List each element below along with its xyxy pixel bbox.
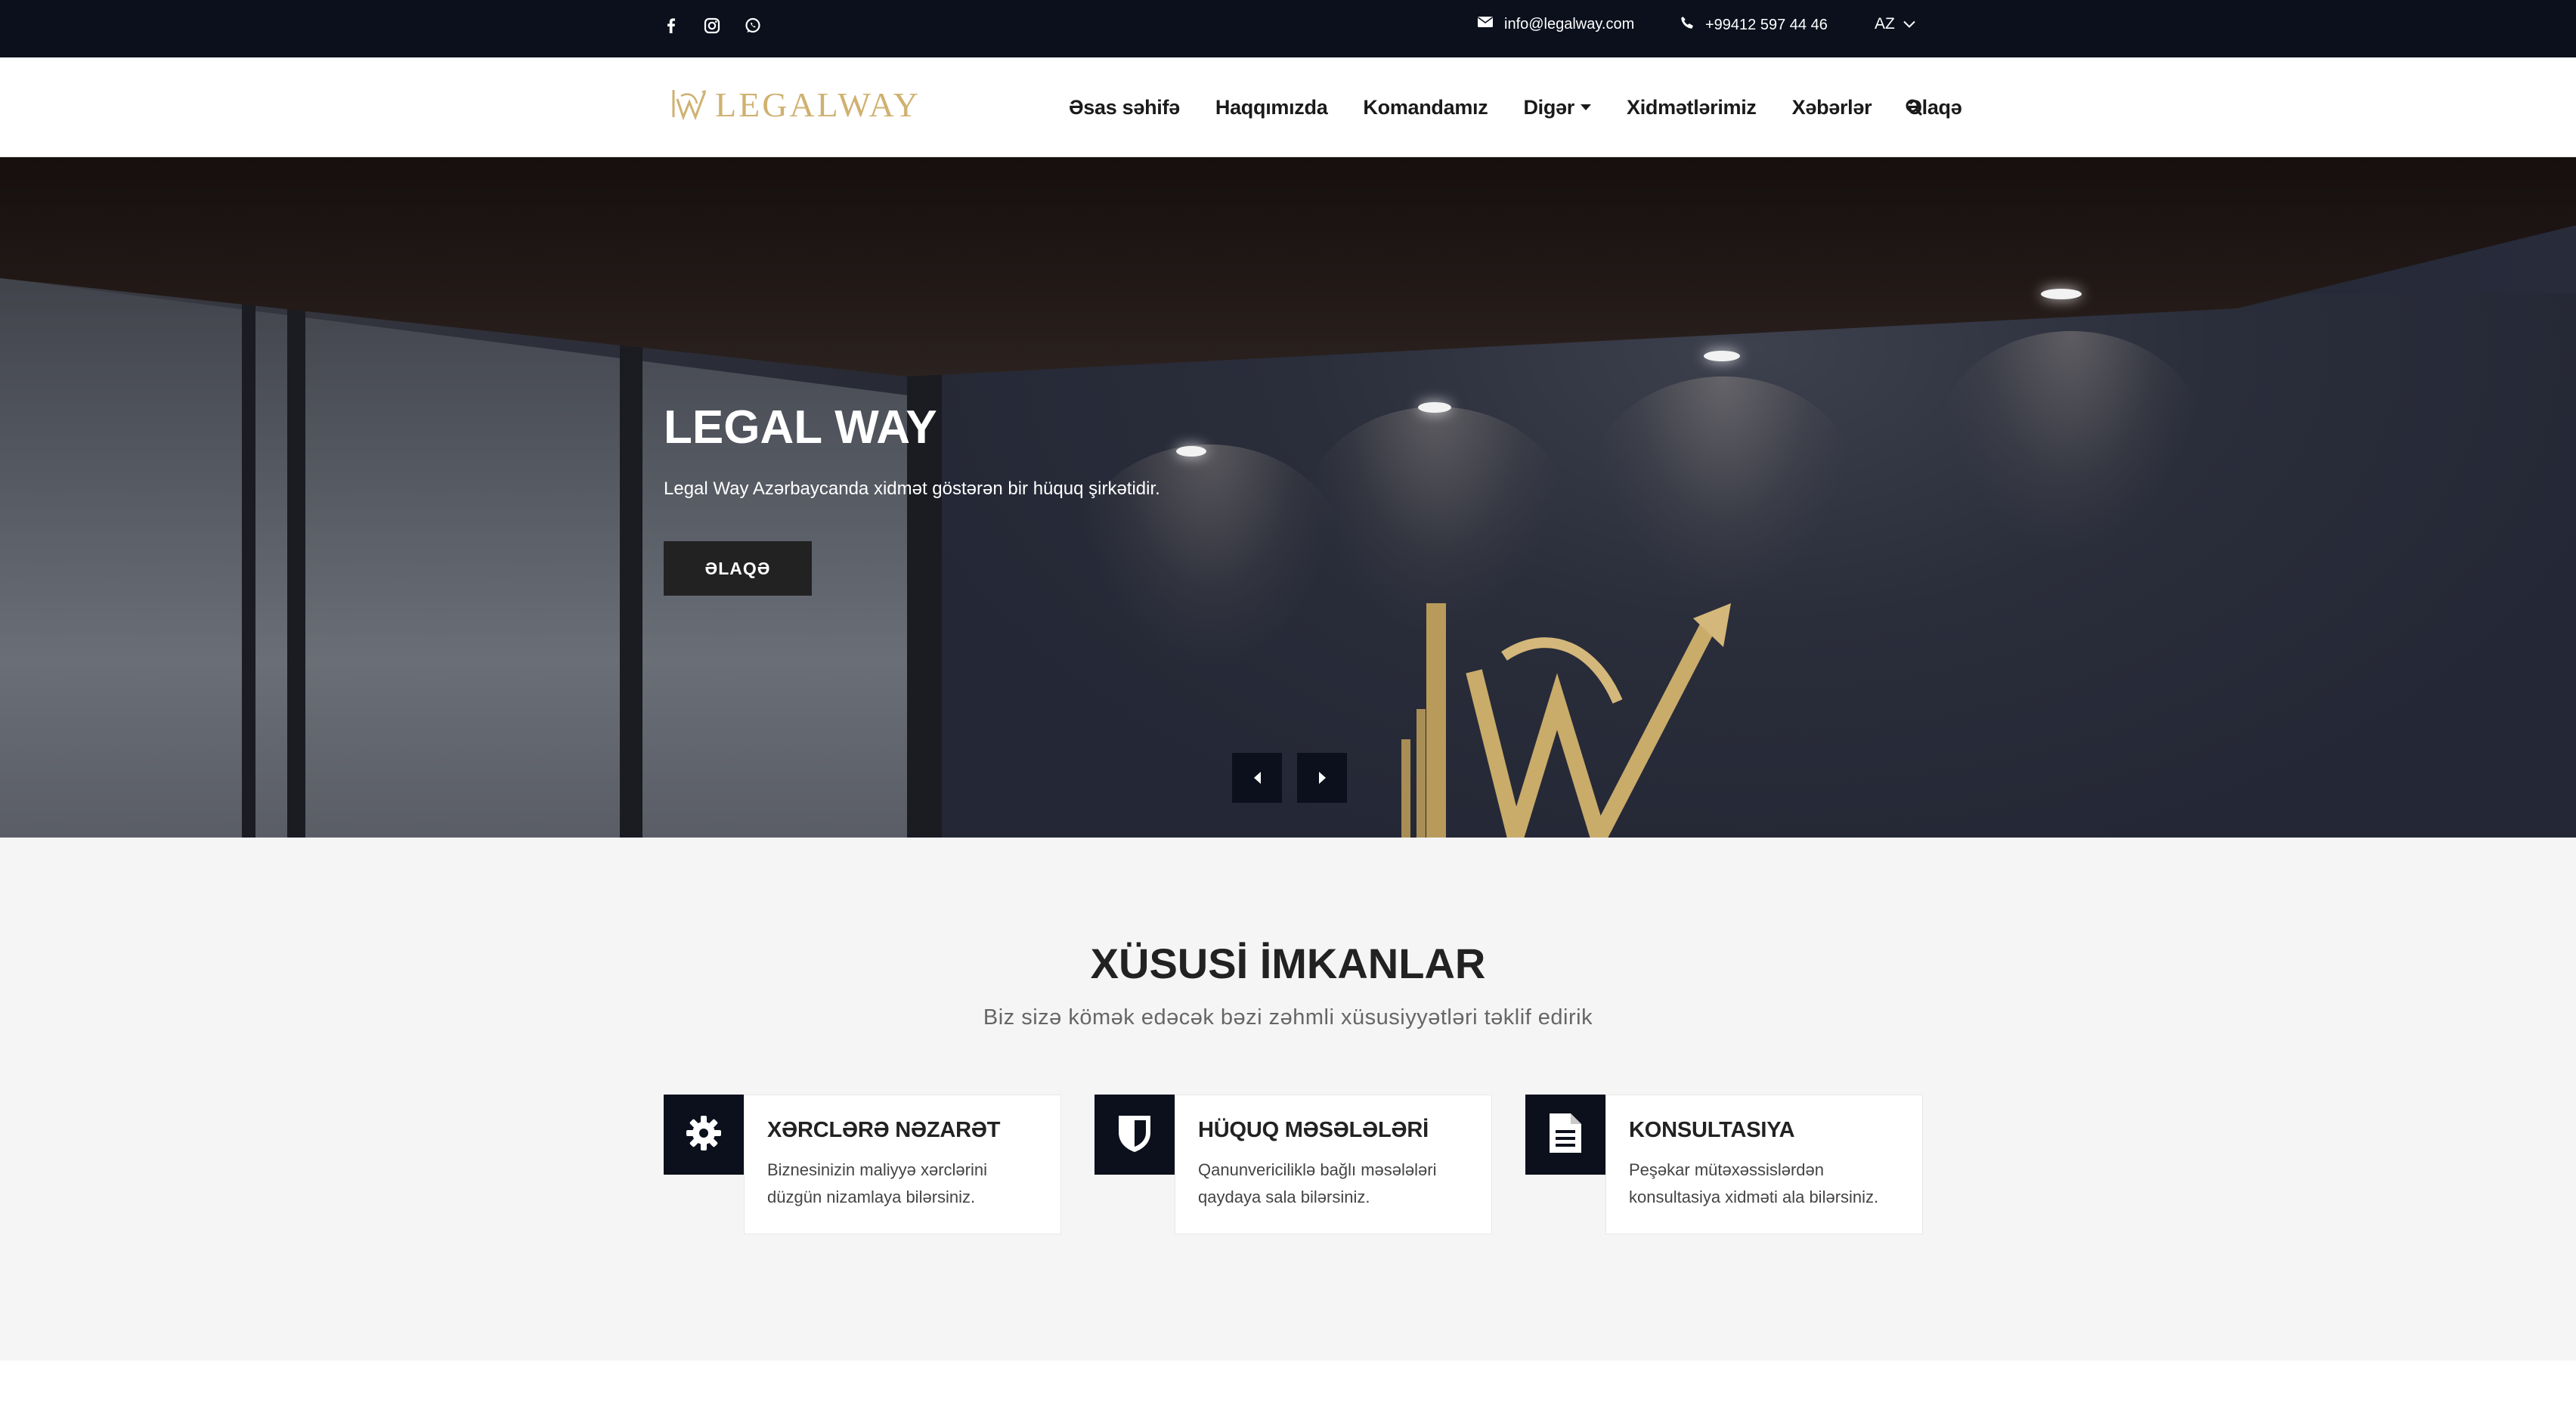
main-navigation: Əsas səhifə Haqqımızda Komandamız Digər …: [1069, 57, 1992, 157]
chevron-down-icon: [1903, 15, 1916, 33]
nav-about[interactable]: Haqqımızda: [1215, 96, 1328, 119]
email-text[interactable]: info@legalway.com: [1504, 16, 1634, 33]
slider-prev-button[interactable]: [1232, 753, 1282, 803]
nav-services[interactable]: Xidmətlərimiz: [1627, 96, 1757, 119]
top-bar: info@legalway.com +99412 597 44 46 AZ: [0, 0, 2576, 57]
nav-news[interactable]: Xəbərlər: [1792, 96, 1872, 119]
language-selector[interactable]: AZ: [1875, 15, 1916, 33]
window-frame: [242, 278, 255, 838]
language-label[interactable]: AZ: [1875, 15, 1895, 33]
feature-card-text: Qanunvericiliklə bağlı məsələləri qayday…: [1198, 1160, 1437, 1206]
phone-contact[interactable]: +99412 597 44 46: [1680, 15, 1828, 35]
main-header: LEGALWAY Əsas səhifə Haqqımızda Komandam…: [0, 57, 2576, 157]
facebook-icon[interactable]: [661, 15, 682, 36]
envelope-icon: [1477, 15, 1494, 33]
phone-icon: [1680, 15, 1695, 35]
feature-icon-box: [1525, 1095, 1605, 1175]
feature-card-title: KONSULTASIYA: [1629, 1118, 1795, 1142]
window-frame: [287, 278, 305, 838]
ceiling-lamp: [2041, 289, 2082, 299]
feature-card-text: Biznesinizin maliyyə xərclərini düzgün n…: [767, 1160, 987, 1206]
hero-subtitle: Legal Way Azərbaycanda xidmət göstərən b…: [664, 478, 1160, 499]
feature-card-body: XƏRCLƏRƏ NƏZARƏT Biznesinizin maliyyə xə…: [744, 1095, 1061, 1234]
light-glow: [1587, 376, 1859, 603]
nav-other-dropdown[interactable]: Digər: [1523, 96, 1591, 119]
social-links: [661, 15, 763, 36]
hero-slider: LEGAL WAY Legal Way Azərbaycanda xidmət …: [0, 157, 2576, 838]
feature-card-text: Peşəkar mütəxəssislərdən konsultasiya xi…: [1629, 1160, 1879, 1206]
hero-title: LEGAL WAY: [664, 401, 937, 454]
logo-mark-icon: [670, 85, 711, 124]
feature-icon-box: [664, 1095, 744, 1175]
arrow-right-icon: [1318, 772, 1326, 784]
site-logo[interactable]: LEGALWAY: [670, 85, 921, 125]
nav-team[interactable]: Komandamız: [1363, 96, 1488, 119]
features-subtitle: Biz sizə kömək edəcək bəzi zəhmli xüsusi…: [983, 1005, 1593, 1030]
feature-card-title: XƏRCLƏRƏ NƏZARƏT: [767, 1118, 1001, 1142]
window-frame: [620, 324, 642, 838]
feature-icon-box: [1094, 1095, 1175, 1175]
feature-card-body: HÜQUQ MƏSƏLƏLƏRİ Qanunvericiliklə bağlı …: [1175, 1095, 1492, 1234]
instagram-icon[interactable]: [701, 15, 723, 36]
shield-icon: [1116, 1113, 1153, 1157]
logo-sign-icon: [1391, 588, 1784, 838]
whatsapp-icon[interactable]: [742, 15, 763, 36]
ceiling-lamp: [1418, 402, 1451, 413]
page-bottom: [0, 1361, 2576, 1409]
nav-other-label[interactable]: Digər: [1523, 96, 1574, 119]
light-glow: [1935, 331, 2207, 558]
phone-text[interactable]: +99412 597 44 46: [1705, 17, 1828, 34]
nav-home[interactable]: Əsas səhifə: [1069, 96, 1180, 119]
arrow-left-icon: [1253, 772, 1261, 784]
gear-icon: [683, 1113, 724, 1157]
ceiling-lamp: [1704, 351, 1740, 361]
ceiling-lamp: [1176, 446, 1206, 457]
email-contact[interactable]: info@legalway.com: [1477, 15, 1634, 33]
hero-contact-button[interactable]: ƏLAQƏ: [664, 541, 812, 596]
search-icon[interactable]: [1903, 97, 1924, 118]
slider-next-button[interactable]: [1297, 753, 1347, 803]
features-title: XÜSUSİ İMKANLAR: [1090, 940, 1486, 987]
feature-card-body: KONSULTASIYA Peşəkar mütəxəssislərdən ko…: [1605, 1095, 1923, 1234]
document-icon: [1548, 1112, 1583, 1158]
caret-down-icon: [1580, 104, 1591, 110]
feature-card-title: HÜQUQ MƏSƏLƏLƏRİ: [1198, 1118, 1429, 1142]
logo-text[interactable]: LEGALWAY: [715, 85, 921, 125]
